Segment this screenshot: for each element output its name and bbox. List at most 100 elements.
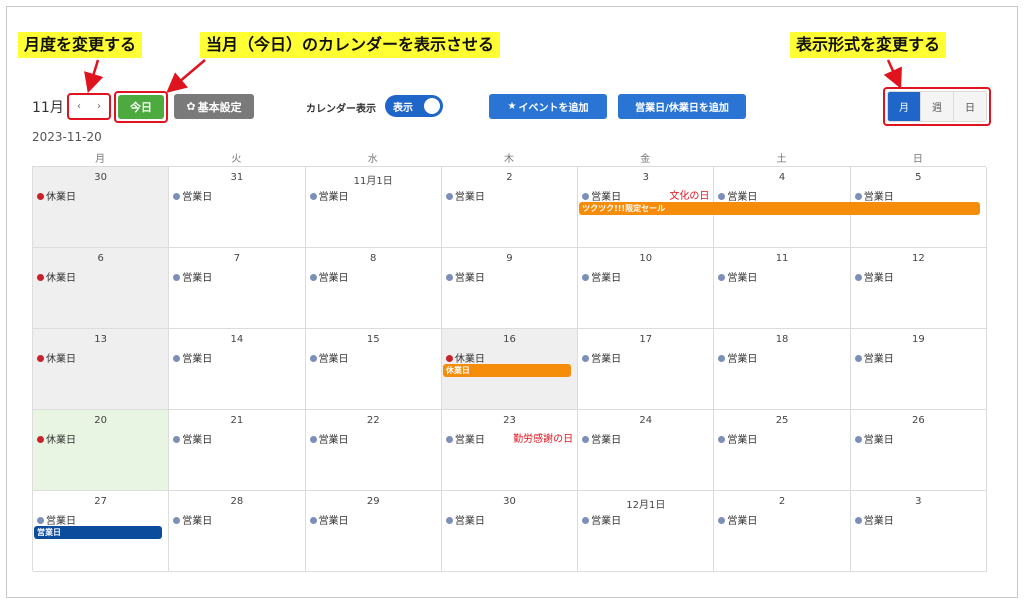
status-dot-icon — [854, 355, 862, 362]
day-cell[interactable]: 29 営業日 — [305, 491, 442, 572]
business-day-status[interactable]: 営業日 — [854, 512, 894, 527]
business-day-status[interactable]: 営業日 — [445, 188, 485, 203]
day-cell[interactable]: 2 営業日 — [441, 167, 579, 248]
calendar-grid: 30 休業日 31 営業日 11月1日 営業日 2 営業日 3 営業日 文化の日 4 営業日 5 営業日 6 休… — [32, 166, 987, 572]
business-day-status[interactable]: 営業日 — [445, 269, 485, 284]
day-cell[interactable]: 11 営業日 — [714, 248, 851, 329]
business-day-status[interactable]: 営業日 — [173, 512, 212, 527]
business-day-status[interactable]: 営業日 — [854, 269, 894, 284]
business-day-status[interactable]: 営業日 — [173, 269, 212, 284]
status-dot-icon — [445, 355, 453, 362]
holiday-status[interactable]: 休業日 — [445, 350, 485, 365]
day-cell[interactable]: 19 営業日 — [850, 329, 987, 410]
business-day-status[interactable]: 営業日 — [854, 188, 894, 203]
day-cell[interactable]: 26 営業日 — [850, 410, 987, 491]
day-cell[interactable]: 12月1日 営業日 — [578, 491, 715, 572]
day-number: 12 — [911, 253, 925, 264]
day-number: 20 — [94, 415, 107, 426]
day-cell[interactable]: 6 休業日 — [33, 248, 170, 329]
day-number: 21 — [230, 415, 244, 426]
business-day-status[interactable]: 営業日 — [173, 350, 212, 365]
event-bar[interactable]: 休業日 — [442, 364, 572, 377]
day-cell[interactable]: 24 営業日 — [578, 410, 715, 491]
business-day-status[interactable]: 営業日 — [718, 188, 757, 203]
add-event-button[interactable]: ★ イベントを追加 — [489, 94, 607, 119]
day-cell[interactable]: 22 営業日 — [305, 410, 442, 491]
status-label: 営業日 — [591, 273, 622, 284]
status-dot-icon — [718, 274, 726, 281]
status-label: 営業日 — [863, 354, 894, 365]
status-dot-icon — [718, 193, 726, 200]
business-day-status[interactable]: 営業日 — [718, 512, 757, 527]
business-day-status[interactable]: 営業日 — [718, 269, 757, 284]
day-cell[interactable]: 15 営業日 — [305, 329, 442, 410]
day-cell[interactable]: 14 営業日 — [169, 329, 306, 410]
day-number: 19 — [911, 334, 925, 345]
business-day-status[interactable]: 営業日 — [309, 269, 349, 284]
holiday-status[interactable]: 休業日 — [37, 188, 76, 203]
basic-settings-button[interactable]: ✿ 基本設定 — [174, 94, 254, 119]
business-day-status[interactable]: 営業日 — [582, 188, 621, 203]
status-dot-icon — [173, 274, 181, 281]
business-day-status[interactable]: 営業日 — [718, 350, 757, 365]
day-cell[interactable]: 13 休業日 — [33, 329, 170, 410]
day-cell[interactable]: 10 営業日 — [578, 248, 715, 329]
business-day-status[interactable]: 営業日 — [582, 350, 621, 365]
day-cell[interactable]: 3 営業日 — [850, 491, 987, 572]
business-day-status[interactable]: 営業日 — [37, 512, 76, 527]
day-cell[interactable]: 17 営業日 — [578, 329, 715, 410]
day-number: 30 — [94, 172, 107, 183]
day-number: 27 — [94, 496, 107, 507]
event-bar[interactable]: ツクツク!!!限定セール — [579, 202, 980, 215]
business-day-status[interactable]: 営業日 — [309, 188, 349, 203]
business-day-status[interactable]: 営業日 — [309, 512, 349, 527]
status-dot-icon — [582, 436, 590, 443]
day-cell[interactable]: 8 営業日 — [305, 248, 442, 329]
business-day-status[interactable]: 営業日 — [173, 188, 212, 203]
day-cell[interactable]: 23 営業日 勤労感謝の日 — [441, 410, 579, 491]
business-day-status[interactable]: 営業日 — [854, 350, 894, 365]
business-day-status[interactable]: 営業日 — [582, 512, 621, 527]
holiday-status[interactable]: 休業日 — [37, 431, 76, 446]
calendar-show-toggle[interactable]: 表示 — [385, 95, 443, 117]
event-bar[interactable]: 営業日 — [34, 526, 163, 539]
business-day-status[interactable]: 営業日 — [445, 431, 485, 446]
day-number: 3 — [915, 496, 922, 507]
annotation-today: 当月（今日）のカレンダーを表示させる — [200, 32, 501, 58]
day-cell[interactable]: 28 営業日 — [169, 491, 306, 572]
status-dot-icon — [37, 193, 44, 200]
add-business-day-button[interactable]: 営業日/休業日を追加 — [618, 94, 746, 119]
business-day-status[interactable]: 営業日 — [309, 350, 349, 365]
status-label: 営業日 — [182, 435, 213, 446]
day-number: 5 — [915, 172, 922, 183]
toggle-label: 表示 — [393, 103, 413, 114]
business-day-status[interactable]: 営業日 — [173, 431, 212, 446]
business-day-status[interactable]: 営業日 — [718, 431, 757, 446]
holiday-status[interactable]: 休業日 — [37, 269, 76, 284]
day-cell[interactable]: 18 営業日 — [714, 329, 851, 410]
day-cell[interactable]: 7 営業日 — [169, 248, 306, 329]
day-cell[interactable]: 30 休業日 — [33, 167, 170, 248]
day-cell[interactable]: 2 営業日 — [714, 491, 851, 572]
day-cell[interactable]: 11月1日 営業日 — [305, 167, 442, 248]
day-cell[interactable]: 30 営業日 — [441, 491, 579, 572]
day-number: 14 — [230, 334, 244, 345]
day-cell[interactable]: 9 営業日 — [441, 248, 579, 329]
day-cell[interactable]: 20 休業日 — [33, 410, 170, 491]
business-day-status[interactable]: 営業日 — [309, 431, 349, 446]
business-day-status[interactable]: 営業日 — [582, 431, 621, 446]
day-cell[interactable]: 31 営業日 — [169, 167, 306, 248]
business-day-status[interactable]: 営業日 — [854, 431, 894, 446]
business-day-status[interactable]: 営業日 — [445, 512, 485, 527]
business-day-status[interactable]: 営業日 — [582, 269, 621, 284]
status-dot-icon — [445, 274, 453, 281]
status-label: 営業日 — [727, 516, 758, 527]
day-cell[interactable]: 25 営業日 — [714, 410, 851, 491]
day-cell[interactable]: 12 営業日 — [850, 248, 987, 329]
status-label: 営業日 — [727, 435, 758, 446]
holiday-status[interactable]: 休業日 — [37, 350, 76, 365]
status-dot-icon — [445, 193, 453, 200]
weekday-label: 木 — [503, 154, 514, 165]
day-cell[interactable]: 21 営業日 — [169, 410, 306, 491]
day-number: 26 — [911, 415, 925, 426]
